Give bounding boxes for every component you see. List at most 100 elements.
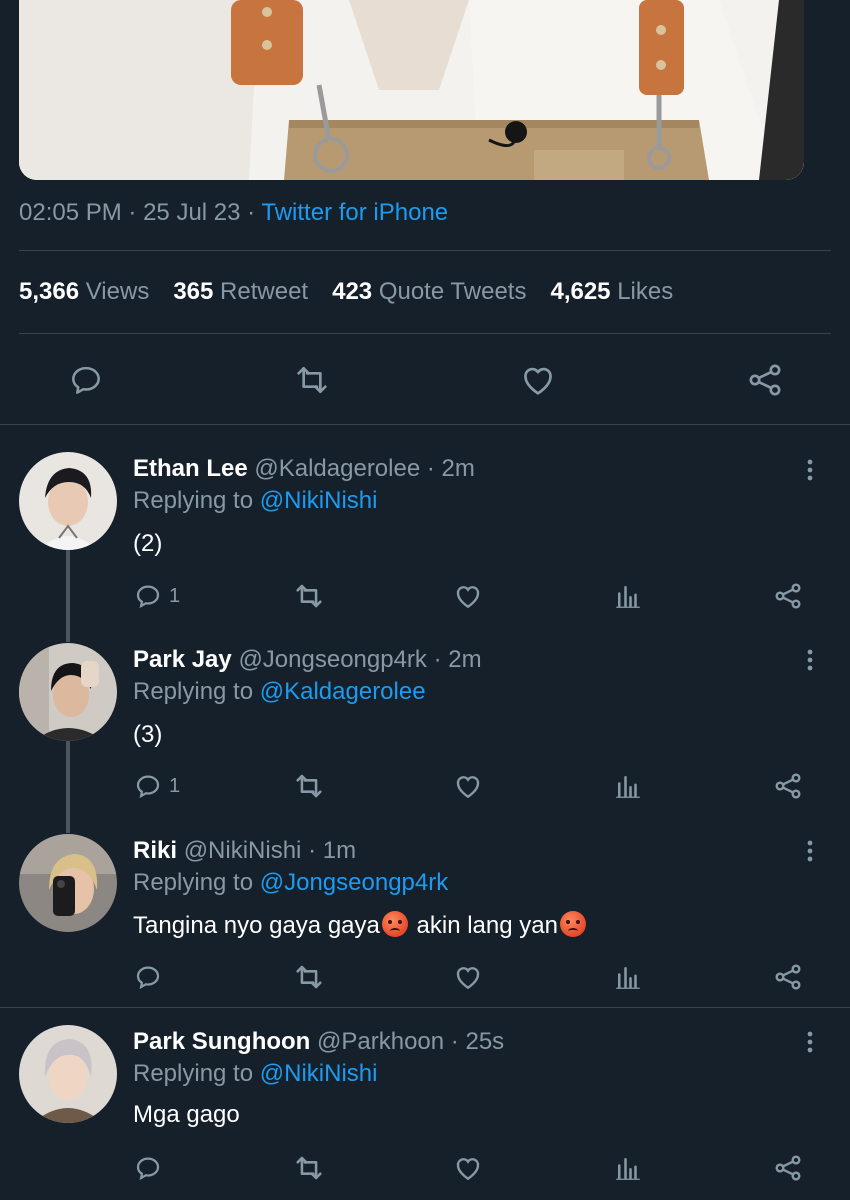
mention-link[interactable]: @NikiNishi — [260, 487, 378, 514]
divider — [19, 250, 831, 251]
retweet-icon — [297, 367, 327, 393]
like-icon — [456, 776, 480, 799]
reply-age: 1m — [322, 837, 357, 864]
views-button[interactable] — [613, 578, 643, 614]
reply-header: Riki @NikiNishi · 1m — [133, 837, 356, 865]
avatar[interactable] — [19, 643, 117, 741]
user-handle[interactable]: @Kaldagerolee — [254, 455, 420, 482]
like-icon — [456, 586, 480, 609]
meta-separator: · — [433, 646, 442, 673]
retweet-button[interactable] — [292, 578, 326, 614]
reply-text: Mga gago — [133, 1101, 240, 1128]
retweet-icon — [296, 965, 322, 989]
more-icon — [807, 1031, 813, 1053]
reply-header: Park Sunghoon @Parkhoon · 25s — [133, 1028, 504, 1056]
tweet-media-image[interactable] — [19, 0, 804, 180]
more-options-button[interactable] — [796, 646, 824, 674]
meta-separator: · — [128, 199, 144, 226]
like-button[interactable] — [452, 768, 484, 804]
replying-to: Replying to @NikiNishi — [133, 487, 378, 514]
views-icon — [616, 1158, 640, 1180]
views-icon — [616, 776, 640, 798]
display-name[interactable]: Riki — [133, 837, 177, 864]
mention-link[interactable]: @Kaldagerolee — [260, 678, 426, 705]
retweet-button[interactable] — [292, 768, 326, 804]
reply-age: 25s — [465, 1028, 505, 1055]
views-button[interactable] — [613, 768, 643, 804]
mention-link[interactable]: @Jongseongp4rk — [260, 869, 448, 896]
reply-icon — [136, 585, 160, 609]
reply-text: (2) — [133, 530, 163, 557]
tweet-action-bar — [0, 358, 850, 402]
reply-action-bar: 1 — [0, 768, 850, 804]
like-button[interactable] — [452, 578, 484, 614]
tweet-source-link[interactable]: Twitter for iPhone — [261, 199, 448, 226]
avatar[interactable] — [19, 452, 117, 550]
user-handle[interactable]: @Parkhoon — [317, 1028, 444, 1055]
share-button[interactable] — [772, 1150, 804, 1186]
divider — [0, 424, 850, 425]
more-icon — [807, 649, 813, 671]
share-button[interactable] — [772, 959, 804, 995]
retweet-icon — [296, 1156, 322, 1180]
more-options-button[interactable] — [796, 1028, 824, 1056]
replying-to: Replying to @Jongseongp4rk — [133, 869, 449, 896]
reply-button[interactable] — [133, 959, 163, 995]
share-button[interactable] — [743, 358, 787, 402]
share-button[interactable] — [772, 768, 804, 804]
reply-action-bar — [0, 959, 850, 995]
divider — [19, 333, 831, 334]
user-handle[interactable]: @Jongseongp4rk — [238, 646, 426, 673]
reply-text: Tangina nyo gaya gaya akin lang yan — [133, 911, 588, 940]
reply-action-bar — [0, 1150, 850, 1186]
avatar[interactable] — [19, 834, 117, 932]
views-icon — [616, 967, 640, 989]
angry-emoji — [381, 911, 408, 937]
avatar[interactable] — [19, 1025, 117, 1123]
user-handle[interactable]: @NikiNishi — [184, 837, 302, 864]
reply-action-bar: 1 — [0, 578, 850, 614]
reply-button[interactable] — [133, 1150, 163, 1186]
reply-text: (3) — [133, 721, 163, 748]
display-name[interactable]: Park Sunghoon — [133, 1028, 310, 1055]
views-button[interactable] — [613, 959, 643, 995]
angry-emoji — [559, 911, 586, 937]
display-name[interactable]: Ethan Lee — [133, 455, 248, 482]
reply-button[interactable] — [64, 358, 108, 402]
tweet-meta: 02:05 PM · 25 Jul 23 · Twitter for iPhon… — [19, 199, 448, 227]
more-options-button[interactable] — [796, 456, 824, 484]
reply-button[interactable]: 1 — [133, 768, 180, 804]
replying-to: Replying to @Kaldagerolee — [133, 678, 426, 705]
stat-quote-tweets[interactable]: 423 Quote Tweets — [332, 278, 526, 306]
meta-separator: · — [247, 199, 262, 226]
like-button[interactable] — [452, 1150, 484, 1186]
share-icon — [775, 964, 801, 990]
like-icon — [456, 1158, 480, 1181]
more-icon — [807, 840, 813, 862]
mention-link[interactable]: @NikiNishi — [260, 1060, 378, 1087]
tweet-date: 25 Jul 23 — [143, 199, 241, 226]
stat-retweets[interactable]: 365 Retweet — [173, 278, 308, 306]
views-button[interactable] — [613, 1150, 643, 1186]
meta-separator: · — [426, 455, 435, 482]
share-button[interactable] — [772, 578, 804, 614]
stat-views[interactable]: 5,366 Views — [19, 278, 149, 306]
retweet-button[interactable] — [292, 959, 326, 995]
retweet-button[interactable] — [290, 358, 334, 402]
tweet-stats: 5,366 Views 365 Retweet 423 Quote Tweets… — [19, 278, 697, 306]
like-button[interactable] — [452, 959, 484, 995]
reply-age: 2m — [448, 646, 482, 673]
more-icon — [807, 459, 813, 481]
divider — [0, 1007, 850, 1008]
reply-age: 2m — [441, 455, 475, 482]
display-name[interactable]: Park Jay — [133, 646, 232, 673]
reply-header: Park Jay @Jongseongp4rk · 2m — [133, 646, 482, 674]
meta-separator: · — [450, 1028, 459, 1055]
reply-button[interactable]: 1 — [133, 578, 180, 614]
retweet-button[interactable] — [292, 1150, 326, 1186]
more-options-button[interactable] — [796, 837, 824, 865]
like-icon — [456, 967, 480, 990]
reply-count: 1 — [169, 584, 181, 607]
like-button[interactable] — [516, 358, 560, 402]
stat-likes[interactable]: 4,625 Likes — [550, 278, 673, 306]
